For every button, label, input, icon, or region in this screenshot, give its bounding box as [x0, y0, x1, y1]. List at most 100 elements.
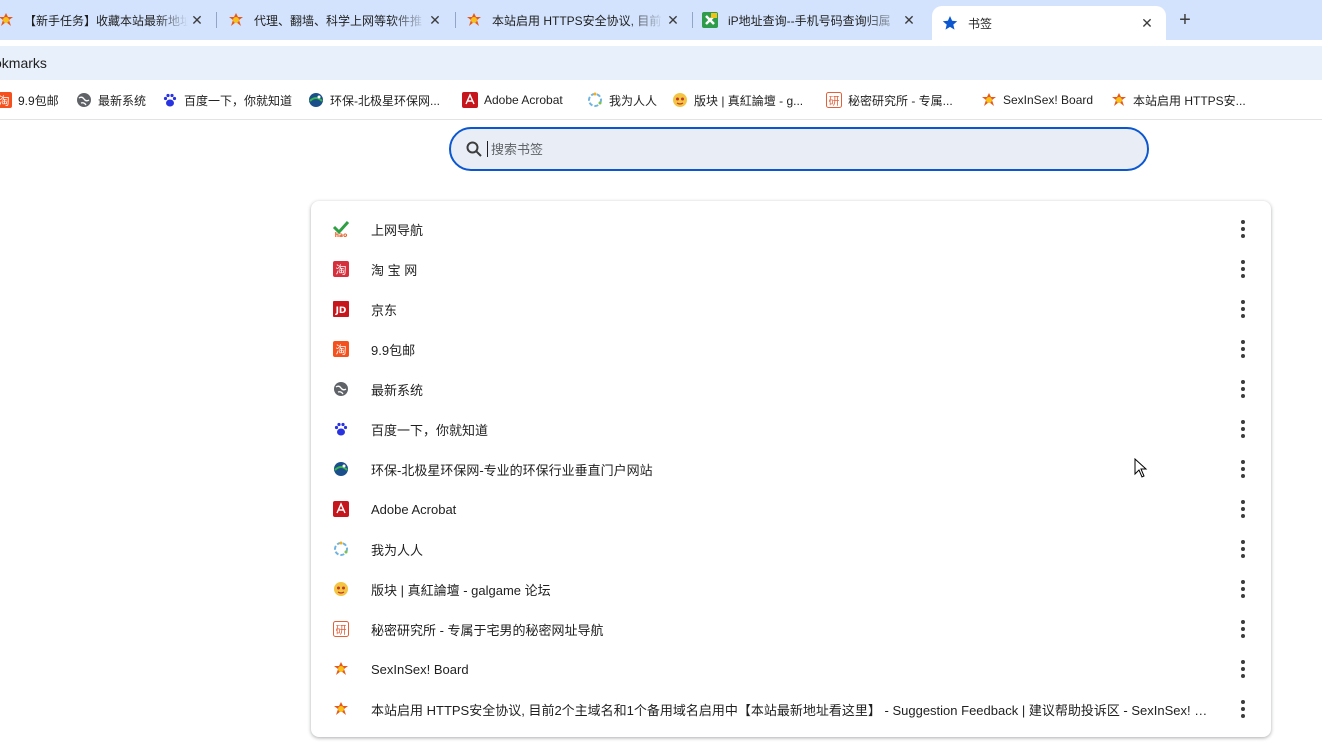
- more-vert-icon[interactable]: [1233, 459, 1253, 479]
- baidu-paw-icon: [162, 92, 178, 108]
- more-vert-icon[interactable]: [1233, 259, 1253, 279]
- bookmark-label: 百度一下，你就知道: [184, 93, 293, 108]
- bookmark-row[interactable]: 版块 | 真紅論壇 - galgame 论坛: [311, 569, 1271, 609]
- bookmark-row[interactable]: 我为人人: [311, 529, 1271, 569]
- bookmark-row[interactable]: 淘 淘 宝 网: [311, 249, 1271, 289]
- search-box[interactable]: [449, 127, 1149, 171]
- bookmarks-bar: 淘 9.9包邮 最新系统 百度一下，你就知道 环保-北极星环保网... Adob…: [0, 80, 1322, 120]
- bookmark-row[interactable]: 最新系统: [311, 369, 1271, 409]
- svg-text:hao: hao: [335, 232, 347, 238]
- more-vert-icon[interactable]: [1233, 339, 1253, 359]
- bjx-globe-icon: [332, 460, 350, 478]
- svg-text:研: 研: [829, 95, 840, 108]
- bookmark-title: 淘 宝 网: [371, 262, 418, 278]
- bookmark-title: 百度一下，你就知道: [371, 422, 489, 438]
- more-vert-icon[interactable]: [1233, 579, 1253, 599]
- more-vert-icon[interactable]: [1233, 619, 1253, 639]
- bookmark-label: Adobe Acrobat: [484, 93, 563, 107]
- bookmark-bar-item[interactable]: 环保-北极星环保网...: [308, 90, 440, 110]
- bookmark-label: SexInSex! Board: [1003, 93, 1094, 107]
- taobao-orange-icon: 淘: [332, 340, 350, 358]
- bookmark-bar-item[interactable]: SexInSex! Board: [981, 90, 1093, 110]
- bookmark-row[interactable]: Adobe Acrobat: [311, 489, 1271, 529]
- tab-title: iP地址查询--手机号码查询归属: [728, 13, 891, 28]
- sis-flame-icon: [228, 12, 244, 28]
- bookmark-label: 我为人人: [609, 93, 658, 108]
- acrobat-icon: [332, 500, 350, 518]
- galgame-icon: [672, 92, 688, 108]
- tab-separator: [216, 12, 217, 28]
- jd-icon: JD: [332, 300, 350, 318]
- bookmark-title: 9.9包邮: [371, 342, 416, 358]
- more-vert-icon[interactable]: [1233, 699, 1253, 719]
- bookmark-row[interactable]: 本站启用 HTTPS安全协议, 目前2个主域名和1个备用域名启用中【本站最新地址…: [311, 689, 1271, 729]
- bookmark-row[interactable]: 淘 9.9包邮: [311, 329, 1271, 369]
- bookmark-title: 秘密研究所 - 专属于宅男的秘密网址导航: [371, 622, 604, 638]
- bookmark-bar-item[interactable]: 淘 9.9包邮: [0, 90, 59, 110]
- bookmark-label: 9.9包邮: [18, 93, 59, 108]
- bookmark-row[interactable]: 环保-北极星环保网-专业的环保行业垂直门户网站: [311, 449, 1271, 489]
- globe-icon: [332, 380, 350, 398]
- bookmark-bar-item[interactable]: 版块 | 真紅論壇 - g...: [672, 90, 803, 110]
- more-vert-icon[interactable]: [1233, 539, 1253, 559]
- taobao-icon: 淘: [332, 260, 350, 278]
- yan-icon: 研: [332, 620, 350, 638]
- more-vert-icon[interactable]: [1233, 299, 1253, 319]
- new-tab-button[interactable]: +: [1174, 10, 1196, 30]
- close-icon[interactable]: ✕: [664, 11, 682, 29]
- bookmark-row[interactable]: JD 京东: [311, 289, 1271, 329]
- bookmark-title: 本站启用 HTTPS安全协议, 目前2个主域名和1个备用域名启用中【本站最新地址…: [371, 702, 1211, 718]
- bookmark-bar-item[interactable]: Adobe Acrobat: [462, 90, 563, 110]
- sis-flame-icon: [466, 12, 482, 28]
- more-vert-icon[interactable]: [1233, 419, 1253, 439]
- bookmark-row[interactable]: 百度一下，你就知道: [311, 409, 1271, 449]
- close-icon[interactable]: ✕: [1138, 14, 1156, 32]
- toolbar: okmarks: [0, 46, 1322, 80]
- text-caret: [487, 141, 488, 157]
- close-icon[interactable]: ✕: [426, 11, 444, 29]
- acrobat-icon: [462, 92, 478, 108]
- more-vert-icon[interactable]: [1233, 659, 1253, 679]
- bookmark-row[interactable]: 研 秘密研究所 - 专属于宅男的秘密网址导航: [311, 609, 1271, 649]
- bookmark-bar-item[interactable]: 百度一下，你就知道: [162, 90, 292, 110]
- more-vert-icon[interactable]: [1233, 499, 1253, 519]
- sis-flame-icon: [981, 92, 997, 108]
- search-input[interactable]: [491, 141, 1147, 157]
- tab-4[interactable]: iP地址查询--手机号码查询归属 ✕: [692, 0, 928, 40]
- more-vert-icon[interactable]: [1233, 379, 1253, 399]
- sis-flame-icon: [332, 700, 350, 718]
- tab-1[interactable]: 【新手任务】收藏本站最新地址 ✕: [0, 0, 216, 40]
- bookmark-bar-item[interactable]: 最新系统: [76, 90, 146, 110]
- bookmark-title: 环保-北极星环保网-专业的环保行业垂直门户网站: [371, 462, 653, 478]
- bjx-globe-icon: [308, 92, 324, 108]
- bookmark-title: 上网导航: [371, 222, 424, 238]
- yan-icon: 研: [826, 92, 842, 108]
- ip-query-icon: [702, 12, 718, 28]
- tab-2[interactable]: 代理、翻墙、科学上网等软件推 ✕: [218, 0, 454, 40]
- more-vert-icon[interactable]: [1233, 219, 1253, 239]
- tab-title: 代理、翻墙、科学上网等软件推: [254, 13, 423, 28]
- page-label: okmarks: [0, 55, 47, 71]
- svg-text:淘: 淘: [0, 95, 10, 108]
- bookmark-row[interactable]: SexInSex! Board: [311, 649, 1271, 689]
- tab-title: 【新手任务】收藏本站最新地址: [24, 13, 188, 28]
- tab-bookmarks[interactable]: 书签 ✕: [932, 6, 1166, 40]
- bookmark-label: 秘密研究所 - 专属...: [848, 93, 953, 108]
- bookmark-bar-item[interactable]: 我为人人: [587, 90, 657, 110]
- baidu-paw-icon: [332, 420, 350, 438]
- bookmark-row[interactable]: hao 上网导航: [311, 209, 1271, 249]
- sis-flame-icon: [1111, 92, 1127, 108]
- tab-title: 本站启用 HTTPS安全协议, 目前: [492, 13, 662, 28]
- close-icon[interactable]: ✕: [188, 11, 206, 29]
- bookmark-bar-item[interactable]: 本站启用 HTTPS安...: [1111, 90, 1246, 110]
- svg-text:研: 研: [336, 624, 347, 637]
- bookmark-title: 京东: [371, 302, 398, 318]
- tab-strip: 【新手任务】收藏本站最新地址 ✕ 代理、翻墙、科学上网等软件推 ✕ 本站启用 H…: [0, 0, 1322, 40]
- galgame-icon: [332, 580, 350, 598]
- tab-title: 书签: [968, 16, 993, 31]
- close-icon[interactable]: ✕: [900, 11, 918, 29]
- tab-3[interactable]: 本站启用 HTTPS安全协议, 目前 ✕: [456, 0, 692, 40]
- bookmark-bar-item[interactable]: 研 秘密研究所 - 专属...: [826, 90, 953, 110]
- bookmark-title: 最新系统: [371, 382, 424, 398]
- taobao-orange-icon: 淘: [0, 92, 12, 108]
